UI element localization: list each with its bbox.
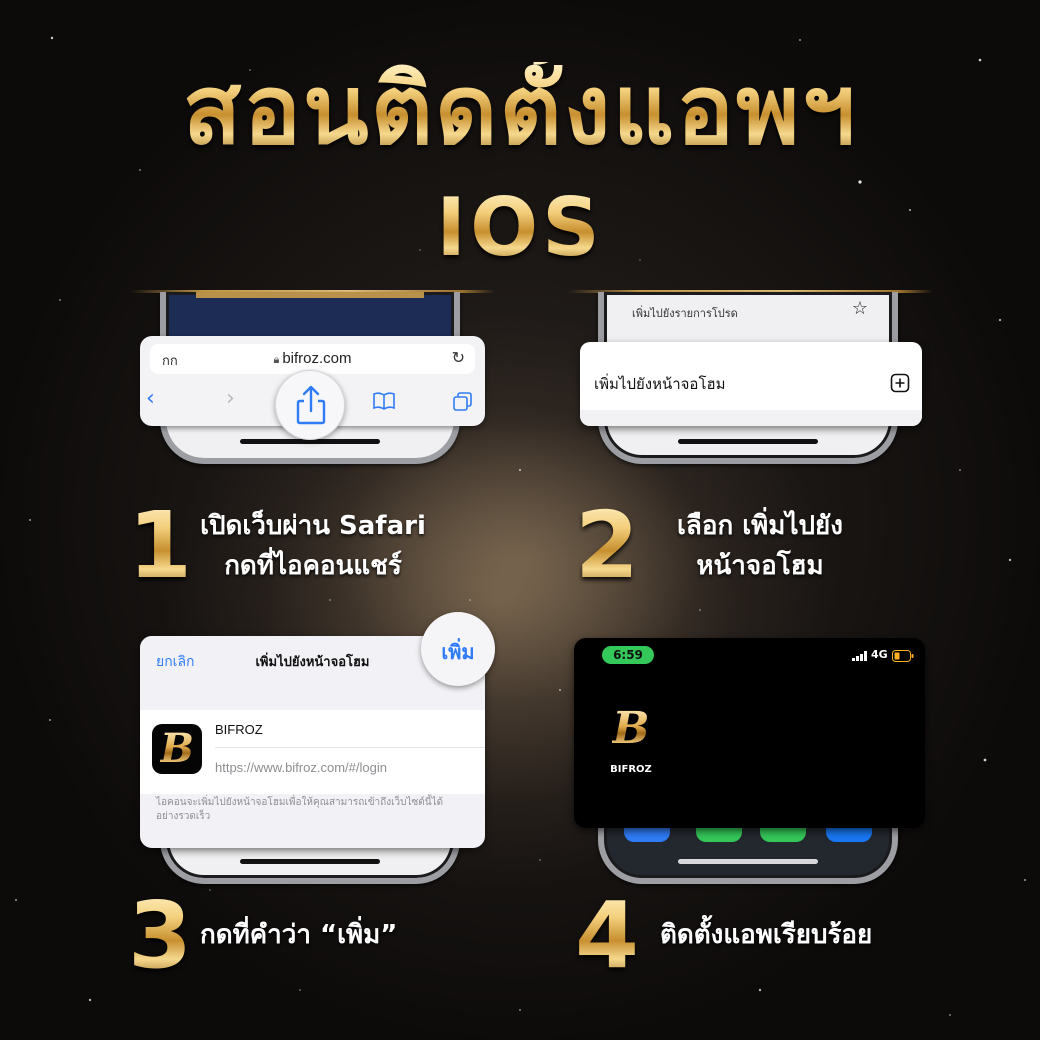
step4-home-indicator [678,859,818,864]
step4-phone [598,820,898,884]
favorites-menu-item[interactable]: เพิ่มไปยังรายการโปรด [632,304,738,322]
url-text-wrap: 🔒︎ bifroz.com [150,350,475,367]
app-url-text: https://www.bifroz.com/#/login [215,760,387,775]
plus-square-icon [890,373,910,393]
url-text: bifroz.com [282,350,352,367]
lock-icon: 🔒︎ [273,354,280,366]
add-button[interactable]: เพิ่ม [421,636,495,668]
step1-caption-line2: กดที่ไอคอนแชร์ [224,551,402,581]
step2-number: 2 [575,492,640,599]
app-name-field[interactable]: BIFROZ [215,722,263,737]
step1-number: 1 [128,492,193,599]
page-title: สอนติดตั้งแอพฯ [0,62,1040,158]
step2-caption-line1: เลือก เพิ่มไปยัง [677,511,843,541]
step4-number: 4 [575,882,640,989]
step3-home-indicator [240,859,380,864]
app-icon-letter: B [160,725,194,772]
forward-chevron-icon[interactable]: › [226,386,235,411]
back-chevron-icon[interactable]: ‹ [146,386,155,411]
step2-caption: เลือก เพิ่มไปยัง หน้าจอโฮม [645,506,875,586]
page-subtitle: IOS [0,188,1040,268]
sheet-note: ไอคอนจะเพิ่มไปยังหน้าจอโฮมเพื่อให้คุณสาม… [156,797,444,822]
bifroz-app-icon-letter: B [612,703,650,754]
home-screen: 6:59 4G B BIFROZ [574,638,925,828]
step3-caption: กดที่คำว่า “เพิ่ม” [200,920,398,950]
add-button-highlight[interactable]: เพิ่ม [421,612,495,686]
app-icon: B [152,724,202,774]
step2-caption-line2: หน้าจอโฮม [696,551,824,581]
reload-icon[interactable]: ↻ [452,348,465,368]
bifroz-app-icon[interactable]: B [608,704,654,754]
signal-icon [852,651,867,661]
add-to-home-menu-card[interactable]: เพิ่มไปยังหน้าจอโฮม [580,342,922,426]
step3-number: 3 [128,882,193,989]
step4-caption: ติดตั้งแอพเรียบร้อย [660,920,873,950]
step1-caption-line1: เปิดเว็บผ่าน Safari [200,511,426,541]
status-time: 6:59 [602,646,654,664]
app-row-divider [215,747,485,748]
add-to-home-menu-item: เพิ่มไปยังหน้าจอโฮม [594,375,726,393]
tabs-icon[interactable] [452,391,474,413]
share-button[interactable] [275,370,345,440]
menu-card-footer [580,410,922,426]
step1-caption: เปิดเว็บผ่าน Safari กดที่ไอคอนแชร์ [188,506,438,586]
network-label: 4G [871,648,888,661]
battery-icon [892,650,914,662]
bifroz-app-label: BIFROZ [610,764,652,775]
star-icon: ☆ [851,298,868,319]
step1-wallpaper-edge [196,292,424,298]
bookmarks-icon[interactable] [372,391,396,411]
step2-home-indicator [678,439,818,444]
sheet-app-row: B BIFROZ https://www.bifroz.com/#/login [140,710,485,794]
share-icon [296,385,326,425]
